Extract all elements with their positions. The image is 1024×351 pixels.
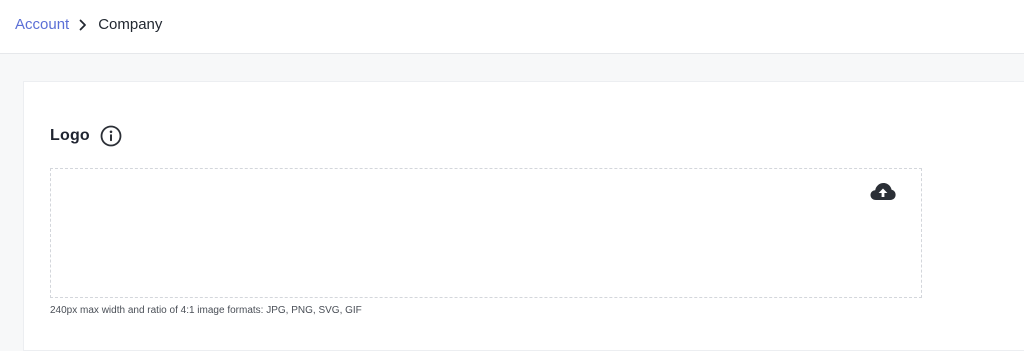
page-content: Logo 240px max width and ratio of 4:1 im…: [0, 54, 1024, 351]
top-bar: Account Company: [0, 0, 1024, 54]
breadcrumb-link-account[interactable]: Account: [15, 15, 69, 35]
logo-format-hint: 240px max width and ratio of 4:1 image f…: [50, 305, 362, 316]
breadcrumb-current-company: Company: [98, 16, 163, 33]
info-icon[interactable]: [100, 125, 122, 147]
chevron-right-icon: [77, 19, 89, 31]
logo-section-header: Logo: [50, 125, 122, 147]
breadcrumb: Account Company: [15, 15, 162, 35]
logo-upload-dropzone[interactable]: [50, 168, 922, 298]
company-settings-card: Logo 240px max width and ratio of 4:1 im…: [23, 81, 1024, 351]
logo-section-title: Logo: [50, 127, 90, 144]
cloud-upload-icon[interactable]: [869, 181, 897, 203]
